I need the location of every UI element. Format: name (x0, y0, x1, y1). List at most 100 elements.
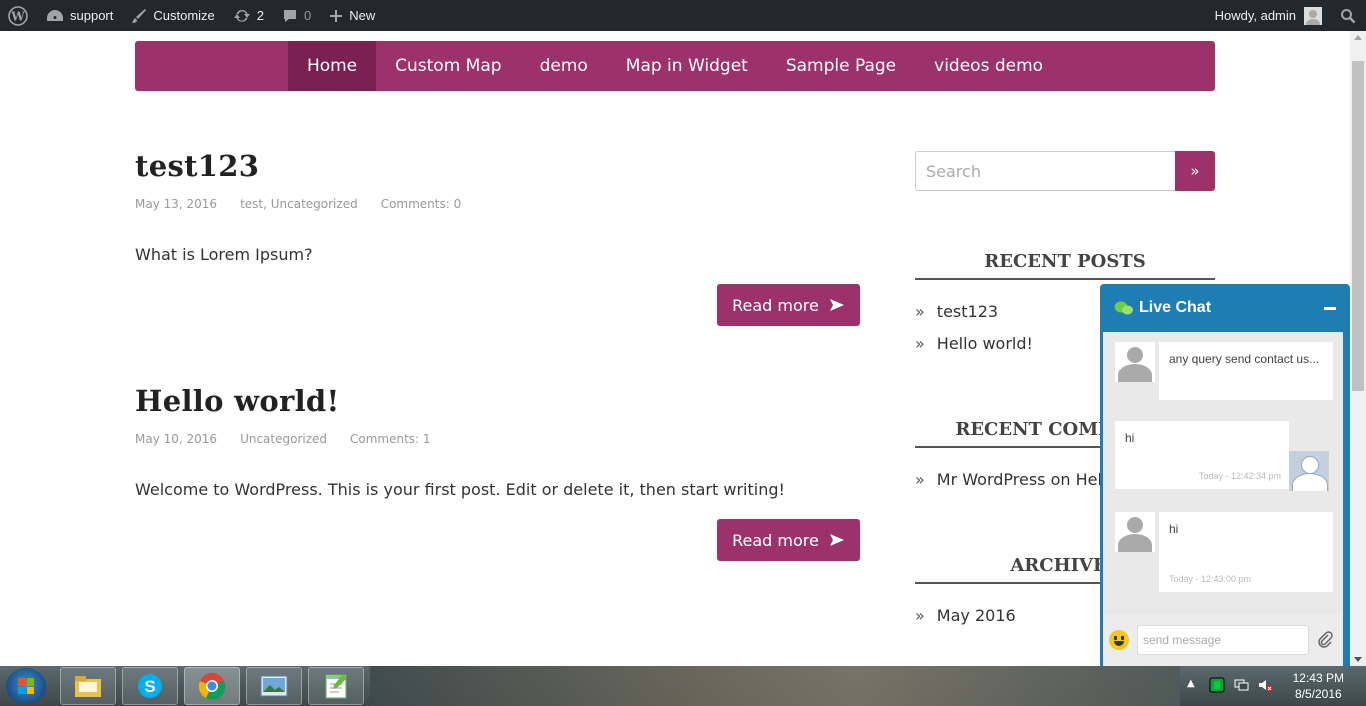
recent-post-link[interactable]: test123 (937, 302, 998, 321)
start-button[interactable] (6, 668, 46, 704)
chat-messages: any query send contact us... hi Today - … (1103, 332, 1343, 614)
scrollbar-thumb[interactable] (1352, 61, 1364, 391)
new-label: New (349, 8, 376, 23)
search-button[interactable]: » (1175, 151, 1215, 191)
wp-admin-bar: W support Customize 2 0 New Howdy, admin (0, 0, 1366, 31)
nav-item-custom-map[interactable]: Custom Map (376, 41, 520, 91)
clock-time: 12:43 PM (1292, 671, 1344, 685)
message-text: any query send contact us... (1169, 352, 1320, 366)
taskbar-explorer[interactable] (60, 667, 116, 705)
taskbar-photo-viewer[interactable] (246, 667, 302, 705)
message-time: Today - 12:43:00 pm (1169, 574, 1252, 584)
post-title[interactable]: Hello world! (135, 384, 860, 418)
nav-item-demo[interactable]: demo (521, 41, 607, 91)
main-navigation: Home Custom Map demo Map in Widget Sampl… (135, 41, 1215, 91)
taskbar-notepadpp[interactable] (308, 667, 364, 705)
minimize-icon[interactable] (1324, 306, 1336, 310)
volume-muted-icon[interactable] (1257, 677, 1273, 693)
system-clock[interactable]: 12:43 PM 8/5/2016 (1293, 670, 1344, 702)
post-comments[interactable]: Comments: 0 (381, 197, 462, 211)
tray-app-icon[interactable] (1209, 677, 1225, 693)
arrow-right-icon (829, 299, 844, 311)
post-meta: May 10, 2016 Uncategorized Comments: 1 (135, 432, 860, 446)
comment-icon (284, 9, 297, 22)
search-icon (1341, 8, 1356, 23)
chrome-icon (198, 673, 226, 700)
plus-icon (330, 9, 343, 22)
updates-link[interactable]: 2 (224, 0, 273, 31)
svg-text:S: S (144, 677, 155, 696)
read-more-label: Read more (732, 295, 819, 315)
post-article: test123 May 13, 2016 test, Uncategorized… (135, 149, 860, 329)
read-more-button[interactable]: Read more (717, 519, 860, 561)
bullet: » (915, 333, 925, 353)
chat-bubbles-icon (1114, 301, 1133, 315)
taskbar-skype[interactable]: S (122, 667, 178, 705)
windows-taskbar: S ▲ 12:43 PM 8/5/2016 (0, 666, 1366, 706)
site-name-link[interactable]: support (37, 0, 122, 31)
post-comments[interactable]: Comments: 1 (350, 432, 431, 446)
bullet: » (915, 605, 925, 625)
search-input[interactable] (915, 151, 1175, 191)
customize-link[interactable]: Customize (122, 0, 223, 31)
live-chat-header[interactable]: Live Chat (1100, 284, 1350, 332)
my-account-link[interactable]: Howdy, admin (1206, 0, 1331, 31)
post-meta: May 13, 2016 test, Uncategorized Comment… (135, 197, 860, 211)
folder-icon (75, 676, 101, 697)
nav-item-videos-demo[interactable]: videos demo (915, 41, 1062, 91)
live-chat-widget: Live Chat any query send contact us... h… (1100, 284, 1350, 666)
notepad-icon (325, 674, 347, 699)
live-chat-title: Live Chat (1139, 299, 1212, 316)
message-text: hi (1169, 522, 1179, 536)
read-more-button[interactable]: Read more (717, 284, 860, 326)
taskbar-chrome[interactable] (184, 667, 240, 705)
post-date[interactable]: May 10, 2016 (135, 432, 217, 446)
bullet: » (915, 301, 925, 321)
chat-message: hi Today - 12:43:00 pm (1159, 512, 1333, 592)
archive-link[interactable]: May 2016 (937, 606, 1016, 625)
nav-item-sample-page[interactable]: Sample Page (767, 41, 915, 91)
wordpress-logo-icon[interactable]: W (0, 0, 37, 31)
paperclip-icon[interactable] (1317, 631, 1333, 649)
updates-icon (233, 9, 250, 22)
post-excerpt: Welcome to WordPress. This is your first… (135, 480, 785, 499)
post-categories[interactable]: Uncategorized (240, 432, 327, 446)
recent-posts-title: RECENT POSTS (915, 251, 1215, 280)
chat-message: any query send contact us... (1159, 342, 1333, 400)
tray-expand-icon[interactable]: ▲ (1187, 678, 1195, 689)
nav-item-map-in-widget[interactable]: Map in Widget (607, 41, 767, 91)
recent-post-link[interactable]: Hello world! (937, 334, 1033, 353)
updates-count: 2 (256, 8, 265, 23)
agent-avatar (1289, 451, 1329, 491)
image-viewer-icon (260, 675, 288, 697)
nav-item-home[interactable]: Home (287, 41, 377, 91)
customize-label: Customize (153, 8, 215, 23)
post-categories[interactable]: test, Uncategorized (240, 197, 358, 211)
howdy-label: Howdy, admin (1214, 8, 1296, 23)
visitor-avatar (1115, 512, 1155, 552)
post-article: Hello world! May 10, 2016 Uncategorized … (135, 384, 860, 564)
scroll-up-arrow-icon[interactable] (1354, 35, 1362, 40)
comments-link[interactable]: 0 (273, 0, 320, 31)
scroll-down-arrow-icon[interactable] (1354, 657, 1362, 662)
read-more-label: Read more (732, 530, 819, 550)
post-title[interactable]: test123 (135, 149, 860, 183)
new-content-link[interactable]: New (320, 0, 384, 31)
site-name-label: support (70, 8, 114, 23)
bullet: » (915, 469, 925, 489)
post-date[interactable]: May 13, 2016 (135, 197, 217, 211)
search-toggle[interactable] (1331, 0, 1366, 31)
page-scrollbar[interactable] (1350, 31, 1366, 666)
message-time: Today - 12:42:34 pm (1198, 471, 1281, 481)
chat-compose (1103, 614, 1343, 666)
message-input[interactable] (1137, 625, 1309, 655)
windows-logo-icon (18, 678, 34, 694)
message-text: hi (1125, 431, 1135, 445)
skype-icon: S (138, 674, 162, 698)
svg-text:W: W (10, 9, 25, 23)
emoji-icon[interactable] (1109, 630, 1129, 650)
taskbar-wallpaper (370, 666, 1180, 706)
brush-icon (132, 8, 147, 23)
search-widget: » (915, 151, 1215, 191)
network-icon[interactable] (1233, 677, 1249, 693)
